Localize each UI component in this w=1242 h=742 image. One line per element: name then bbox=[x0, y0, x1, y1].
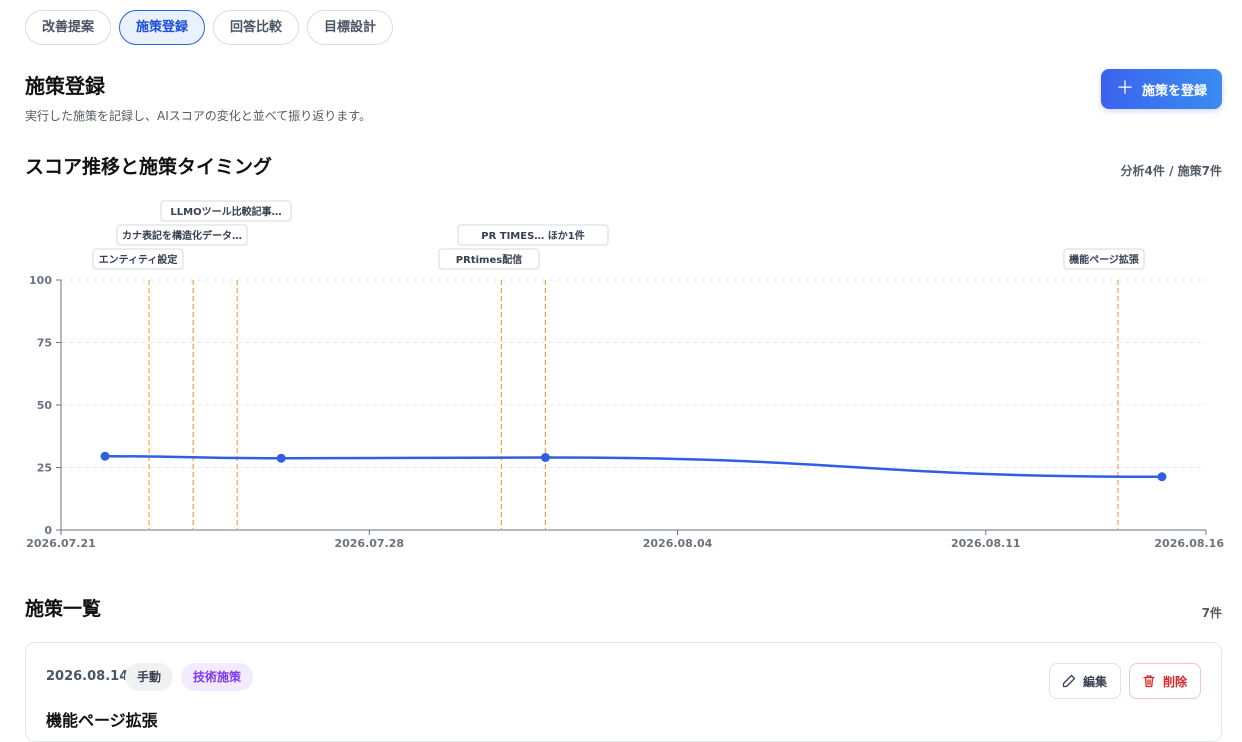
score-point bbox=[276, 453, 286, 463]
tab-measure-register[interactable]: 施策登録 bbox=[119, 10, 206, 45]
list-section-title: 施策一覧 bbox=[25, 598, 102, 620]
source-badge: 手動 bbox=[125, 663, 174, 691]
pencil-icon bbox=[1062, 674, 1076, 688]
measure-title: 機能ページ拡張 bbox=[46, 711, 158, 730]
tab-goal-design[interactable]: 目標設計 bbox=[307, 10, 394, 45]
y-tick-label: 75 bbox=[37, 337, 52, 350]
y-tick-label: 0 bbox=[44, 524, 52, 537]
edit-button[interactable]: 編集 bbox=[1049, 663, 1121, 699]
event-label: PR TIMES… ほか1件 bbox=[481, 229, 584, 242]
list-section-count: 7件 bbox=[1201, 606, 1222, 620]
register-measure-label: 施策を登録 bbox=[1141, 83, 1207, 99]
x-tick-label: 2026.08.04 bbox=[643, 537, 713, 550]
measure-card: 2026.08.14 手動 技術施策 編集 削除 機能ページ拡張 bbox=[25, 642, 1222, 742]
score-point bbox=[540, 453, 550, 462]
trash-icon bbox=[1143, 675, 1155, 688]
edit-label: 編集 bbox=[1083, 674, 1108, 689]
event-label: カナ表記を構造化データ… bbox=[122, 229, 242, 242]
chart-section-count: 分析4件 / 施策7件 bbox=[1120, 164, 1222, 178]
tab-answer-compare[interactable]: 回答比較 bbox=[213, 10, 300, 45]
delete-button[interactable]: 削除 bbox=[1129, 663, 1201, 699]
score-timeline-chart: 0 25 50 75 100 2026.07.21 2026.07.28 2026.08.04… bbox=[26, 200, 1224, 550]
y-tick-label: 25 bbox=[37, 462, 52, 475]
score-line bbox=[105, 455, 1162, 478]
x-tick-label: 2026.07.21 bbox=[26, 537, 96, 550]
event-label: PRtimes配信 bbox=[456, 253, 522, 266]
score-point bbox=[100, 451, 110, 461]
category-badge: 技術施策 bbox=[181, 663, 254, 691]
x-tick-label: 2026.08.11 bbox=[951, 537, 1021, 550]
score-point bbox=[1157, 472, 1167, 482]
y-tick-label: 50 bbox=[37, 399, 53, 412]
tab-improvement[interactable]: 改善提案 bbox=[25, 10, 112, 45]
y-tick-label: 100 bbox=[29, 274, 52, 287]
plus-icon: ＋ bbox=[1115, 78, 1134, 99]
page-title: 施策登録 bbox=[25, 74, 105, 98]
chart-section-title: スコア推移と施策タイミング bbox=[25, 156, 273, 178]
event-label: エンティティ設定 bbox=[99, 253, 178, 266]
event-label: 機能ページ拡張 bbox=[1069, 253, 1140, 266]
x-tick-label: 2026.07.28 bbox=[334, 537, 404, 550]
register-measure-button[interactable]: ＋ 施策を登録 bbox=[1101, 69, 1222, 109]
x-tick-label: 2026.08.16 bbox=[1154, 537, 1224, 550]
event-label: LLMOツール比較記事… bbox=[170, 205, 281, 218]
tab-bar: 改善提案 施策登録 回答比較 目標設計 bbox=[25, 10, 394, 45]
page-description: 実行した施策を記録し、AIスコアの変化と並べて振り返ります。 bbox=[25, 109, 372, 123]
delete-label: 削除 bbox=[1163, 674, 1188, 689]
measure-date: 2026.08.14 bbox=[46, 669, 129, 684]
